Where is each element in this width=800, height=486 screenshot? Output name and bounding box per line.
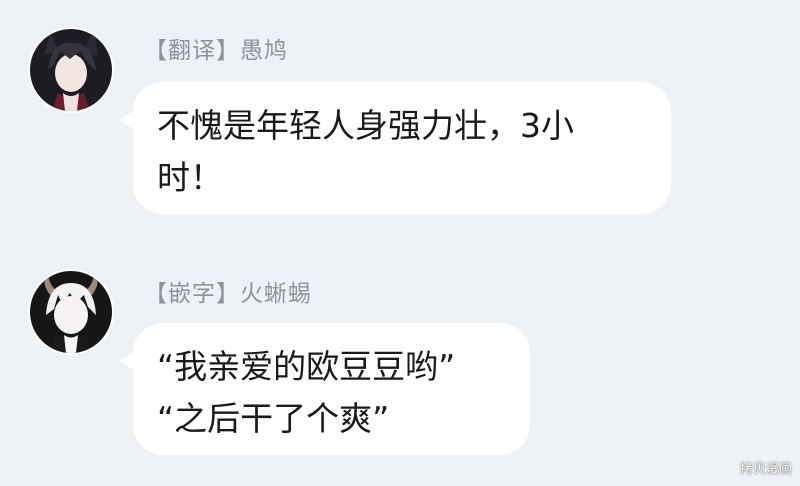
- message-text-line: “我亲爱的欧豆豆哟”: [157, 347, 456, 386]
- avatar-typesetter-image: [30, 271, 112, 353]
- bubble-tail: [119, 351, 135, 371]
- avatar-translator-image: [30, 29, 112, 111]
- message-bubble[interactable]: 不愧是年轻人身强力壮，3小 时！: [119, 82, 671, 214]
- avatar-typesetter[interactable]: [30, 271, 112, 353]
- sender-name: 【翻译】愚鸠: [144, 38, 288, 64]
- sender-name: 【嵌字】火蜥蜴: [144, 281, 312, 307]
- message-bubble[interactable]: “我亲爱的欧豆豆哟” “之后干了个爽”: [119, 323, 530, 455]
- message-text-line: “之后干了个爽”: [157, 399, 390, 438]
- bubble-tail: [119, 110, 135, 130]
- avatar-translator[interactable]: [30, 29, 112, 111]
- watermark: 拷贝漫画: [739, 462, 792, 477]
- message-text-line: 时！: [157, 158, 223, 197]
- message-text-line: 不愧是年轻人身强力壮，3小: [157, 106, 574, 145]
